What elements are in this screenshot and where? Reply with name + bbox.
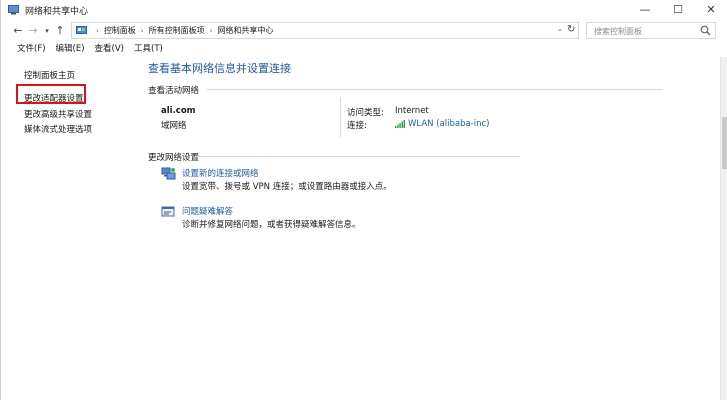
back-button[interactable]: ← bbox=[11, 23, 25, 39]
close-button[interactable]: ✕ bbox=[695, 0, 727, 20]
breadcrumb-item[interactable]: 控制面板 bbox=[104, 25, 136, 36]
task-troubleshoot: 问题疑难解答 诊断并修复网络问题，或者获得疑难解答信息。 bbox=[161, 205, 581, 235]
refresh-icon[interactable]: ↻ bbox=[567, 24, 575, 35]
troubleshoot-desc: 诊断并修复网络问题，或者获得疑难解答信息。 bbox=[182, 220, 361, 230]
scrollbar-thumb[interactable] bbox=[722, 117, 727, 169]
troubleshoot-link[interactable]: 问题疑难解答 bbox=[182, 205, 233, 217]
task-setup-connection: 设置新的连接或网络 设置宽带、拨号或 VPN 连接；或设置路由器或接入点。 bbox=[161, 167, 581, 197]
menu-bar: 文件(F) 编辑(E) 查看(V) 工具(T) bbox=[1, 42, 727, 56]
troubleshoot-icon bbox=[161, 206, 175, 217]
search-placeholder: 搜索控制面板 bbox=[594, 27, 642, 36]
maximize-button[interactable]: ☐ bbox=[662, 0, 694, 20]
minimize-button[interactable]: — bbox=[629, 0, 661, 20]
access-type-value: Internet bbox=[395, 106, 429, 116]
address-dropdown-icon[interactable]: ⌄ bbox=[557, 25, 563, 33]
divider bbox=[340, 97, 341, 137]
window-title: 网络和共享中心 bbox=[25, 7, 89, 17]
divider bbox=[195, 156, 520, 157]
menu-file[interactable]: 文件(F) bbox=[17, 42, 52, 56]
sidebar-item-advanced-sharing-settings[interactable]: 更改高级共享设置 bbox=[24, 108, 92, 120]
network-name: ali.com bbox=[161, 106, 196, 116]
change-settings-header: 更改网络设置 bbox=[148, 153, 200, 163]
setup-connection-link[interactable]: 设置新的连接或网络 bbox=[182, 167, 259, 179]
vertical-scrollbar[interactable] bbox=[720, 57, 727, 400]
sidebar: 控制面板主页 更改适配器设置 更改高级共享设置 媒体流式处理选项 bbox=[1, 57, 136, 400]
breadcrumb-item[interactable]: 网络和共享中心 bbox=[217, 25, 273, 36]
setup-connection-desc: 设置宽带、拨号或 VPN 连接；或设置路由器或接入点。 bbox=[182, 182, 392, 192]
address-row: ← → ▾ ↑ › 控制面板 › 所有控制面板项 › 网络和共享中心 ⌄ ↻ 搜… bbox=[1, 21, 727, 41]
breadcrumb: › 控制面板 › 所有控制面板项 › 网络和共享中心 bbox=[76, 25, 273, 36]
access-type-label: 访问类型: bbox=[347, 108, 384, 118]
chevron-right-icon: › bbox=[209, 26, 213, 35]
sidebar-item-control-panel-home[interactable]: 控制面板主页 bbox=[24, 69, 75, 81]
active-networks-header: 查看活动网络 bbox=[148, 86, 200, 96]
page-title: 查看基本网络信息并设置连接 bbox=[148, 62, 291, 75]
wifi-signal-icon bbox=[395, 120, 405, 128]
divider bbox=[207, 89, 663, 90]
chevron-right-icon: › bbox=[140, 26, 144, 35]
connection-value: WLAN (alibaba-inc) bbox=[408, 119, 490, 129]
search-input[interactable]: 搜索控制面板 bbox=[586, 22, 716, 39]
search-icon bbox=[700, 25, 711, 36]
sidebar-item-media-streaming-options[interactable]: 媒体流式处理选项 bbox=[24, 123, 92, 135]
menu-tools[interactable]: 工具(T) bbox=[134, 42, 169, 56]
network-category: 域网络 bbox=[161, 121, 187, 131]
chevron-right-icon: › bbox=[96, 26, 99, 35]
connection-label: 连接: bbox=[347, 121, 367, 131]
up-button[interactable]: ↑ bbox=[53, 23, 67, 39]
control-panel-icon bbox=[76, 25, 87, 34]
address-bar[interactable]: › 控制面板 › 所有控制面板项 › 网络和共享中心 ⌄ ↻ bbox=[71, 22, 579, 39]
connection-link[interactable]: WLAN (alibaba-inc) bbox=[395, 119, 489, 129]
menu-edit[interactable]: 编辑(E) bbox=[56, 42, 91, 56]
forward-button[interactable]: → bbox=[26, 23, 40, 39]
title-bar: 网络和共享中心 — ☐ ✕ bbox=[1, 0, 727, 20]
network-center-icon bbox=[8, 5, 19, 15]
breadcrumb-item[interactable]: 所有控制面板项 bbox=[149, 25, 205, 36]
network-setup-icon bbox=[161, 167, 176, 180]
sidebar-item-change-adapter-settings[interactable]: 更改适配器设置 bbox=[24, 92, 84, 104]
menu-view[interactable]: 查看(V) bbox=[95, 42, 130, 56]
window: 网络和共享中心 — ☐ ✕ ← → ▾ ↑ › 控制面板 › 所有控制面板项 ›… bbox=[0, 0, 727, 400]
recent-locations-chevron-icon[interactable]: ▾ bbox=[40, 23, 54, 39]
